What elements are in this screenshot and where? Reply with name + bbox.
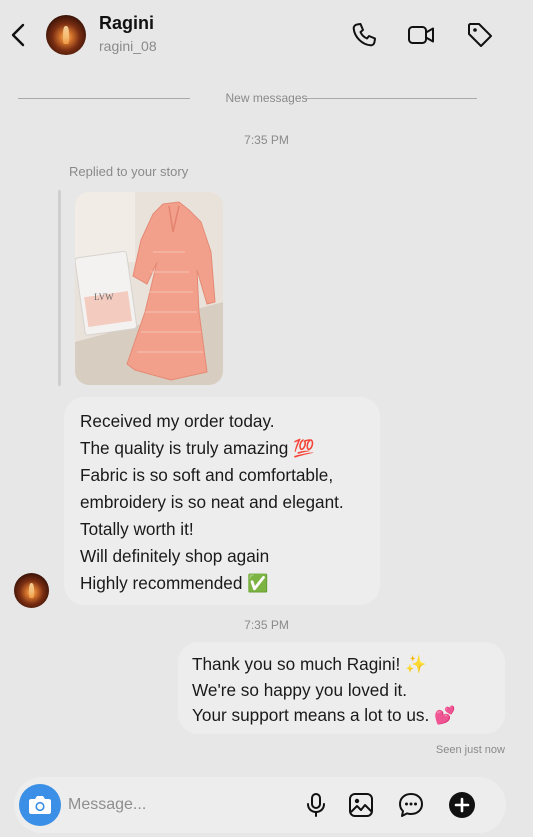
message-line: The quality is truly amazing 💯 [80, 438, 315, 458]
sticker-chat-icon[interactable] [397, 791, 425, 819]
message-line: Thank you so much Ragini! ✨ [192, 654, 427, 674]
message-line: Highly recommended ✅ [80, 573, 269, 593]
message-line: Your support means a lot to us. 💕 [192, 705, 456, 725]
gallery-icon[interactable] [347, 791, 375, 819]
message-line: embroidery is so neat and elegant. [80, 492, 344, 512]
timestamp: 7:35 PM [244, 618, 289, 632]
chat-header: Ragini ragini_08 [0, 0, 533, 70]
tag-icon[interactable] [465, 20, 495, 50]
message-composer [14, 777, 506, 833]
incoming-message-bubble[interactable]: Received my order today. The quality is … [64, 397, 380, 605]
camera-icon[interactable] [19, 784, 61, 826]
timestamp: 7:35 PM [244, 133, 289, 147]
seen-status: Seen just now [435, 744, 505, 756]
message-line: Will definitely shop again [80, 546, 270, 566]
message-line: Fabric is so soft and comfortable, [80, 465, 334, 485]
package-brand-text: LVW [94, 292, 114, 302]
story-reply-label: Replied to your story [69, 164, 189, 179]
message-line: Totally worth it! [80, 519, 194, 539]
message-input[interactable] [68, 793, 268, 817]
divider-line-right [305, 98, 477, 99]
outgoing-message-bubble[interactable]: Thank you so much Ragini! ✨ We're so hap… [178, 642, 505, 734]
microphone-icon[interactable] [302, 791, 330, 819]
phone-icon[interactable] [349, 20, 379, 50]
back-arrow-icon[interactable] [8, 22, 30, 48]
message-line: Received my order today. [80, 411, 275, 431]
contact-avatar[interactable] [46, 15, 86, 55]
contact-handle[interactable]: ragini_08 [99, 38, 157, 54]
contact-name[interactable]: Ragini [99, 13, 154, 34]
video-call-icon[interactable] [406, 20, 436, 50]
sender-avatar[interactable] [14, 573, 49, 608]
reply-indicator-bar [58, 190, 61, 386]
message-line: We're so happy you loved it. [192, 679, 408, 700]
plus-icon[interactable] [448, 791, 476, 819]
story-thumbnail[interactable]: LVW [75, 192, 223, 385]
